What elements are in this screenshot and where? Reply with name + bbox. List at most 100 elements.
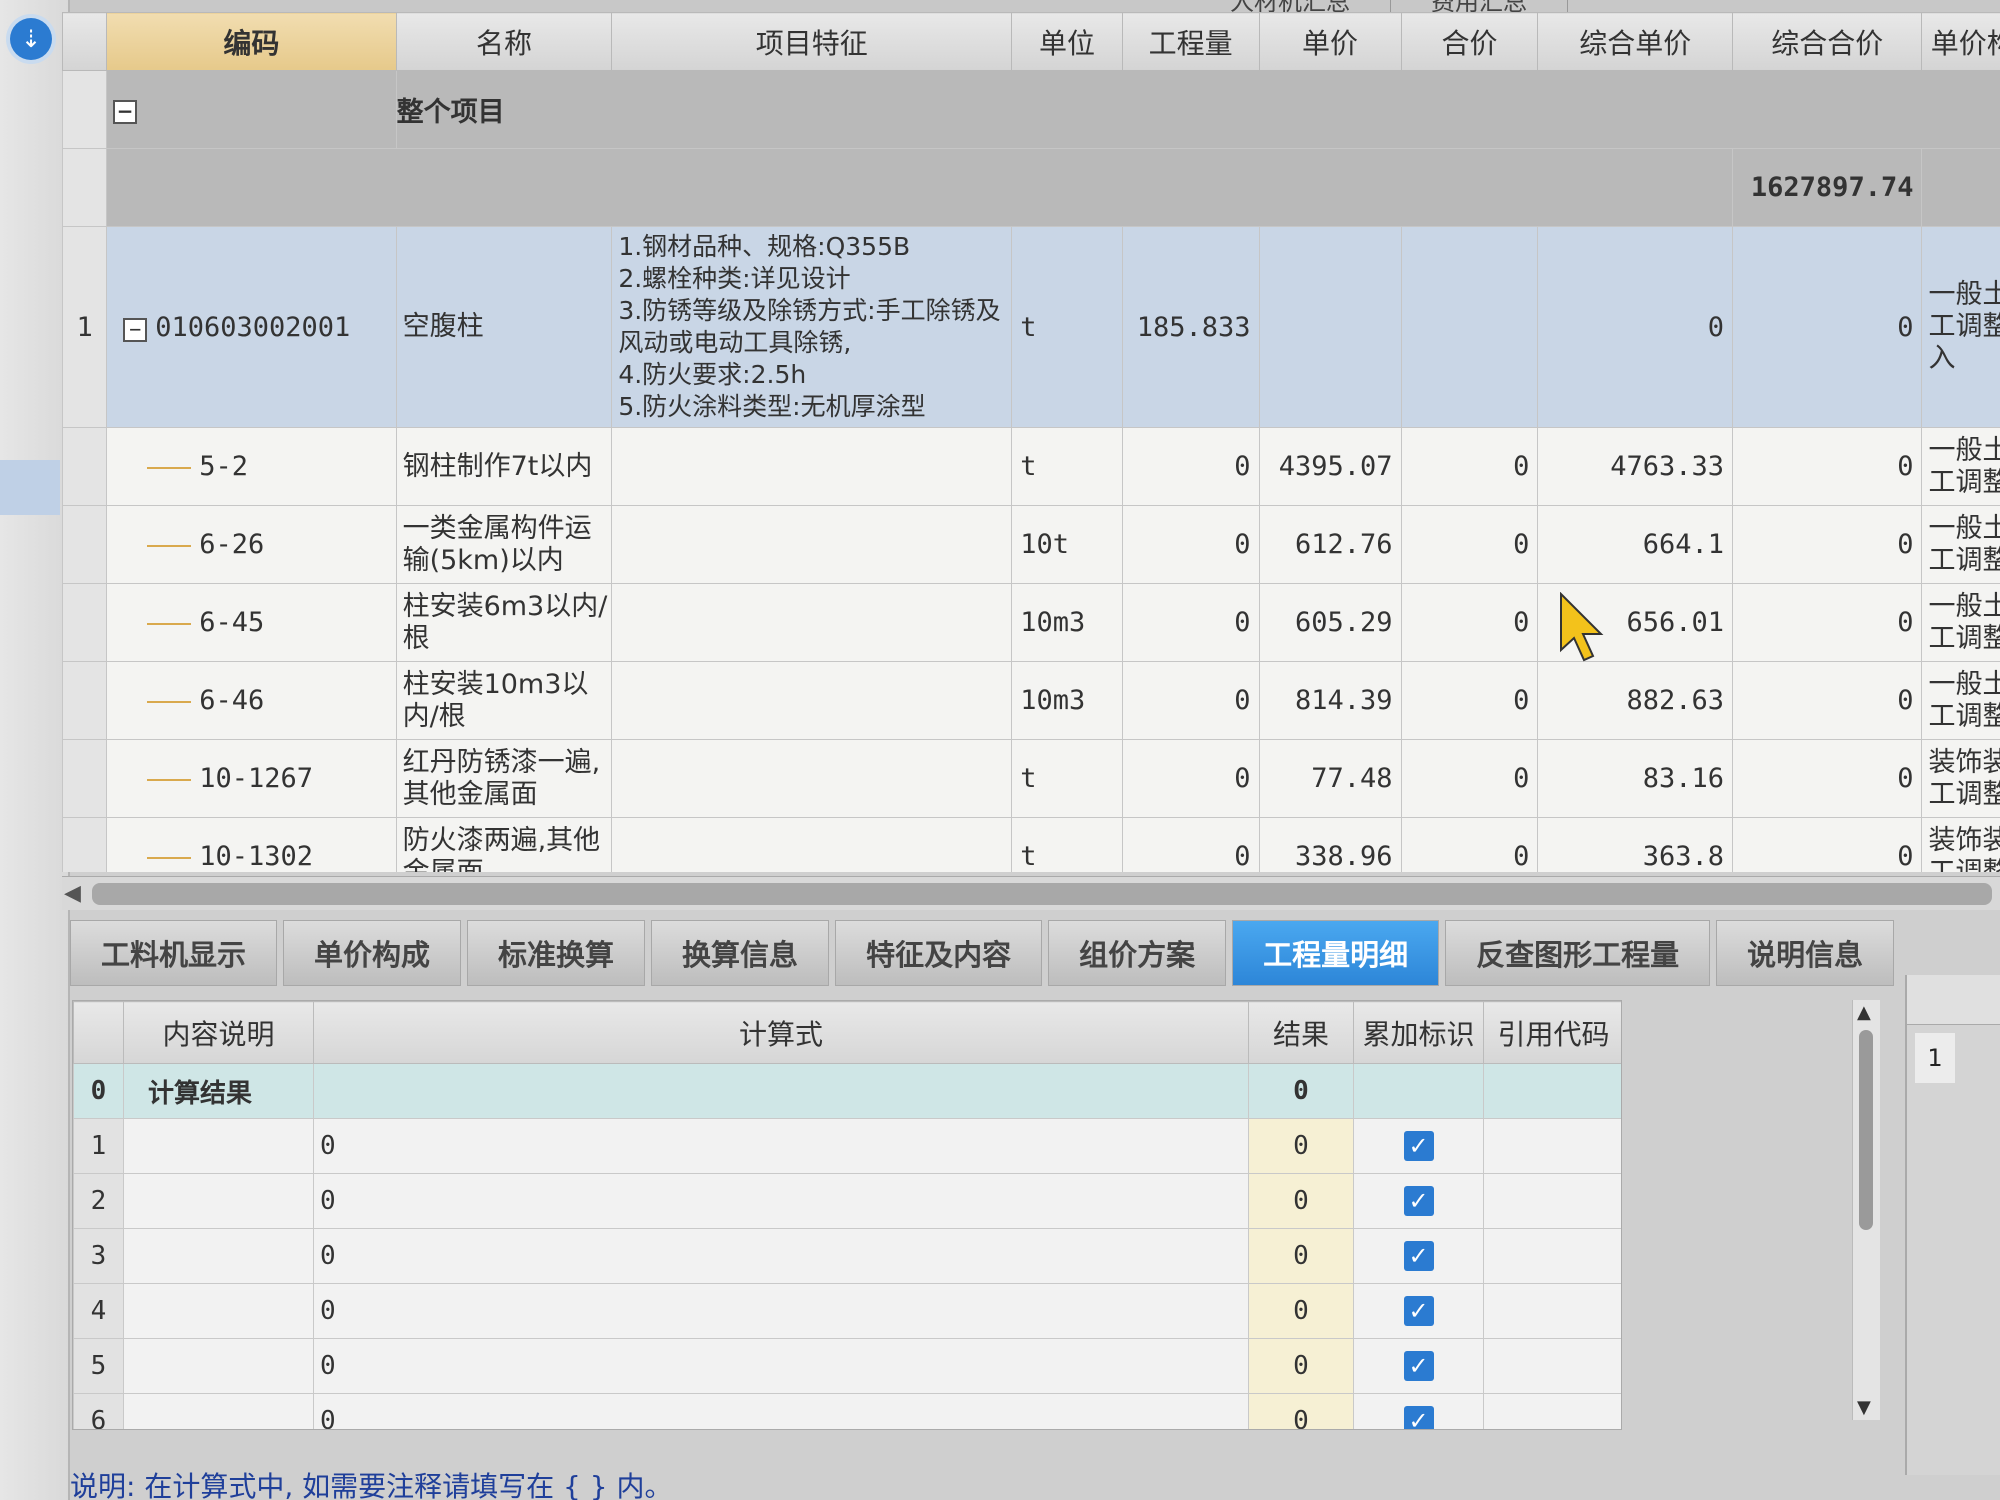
download-icon[interactable]: ⇣ xyxy=(10,18,52,60)
col-features[interactable]: 项目特征 xyxy=(611,12,1013,71)
panel-tab[interactable]: 工料机显示 xyxy=(70,920,278,986)
checkbox-checked-icon[interactable]: ✓ xyxy=(1403,1351,1434,1381)
detail-row[interactable]: 5 0 0 ✓ xyxy=(73,1338,1621,1394)
detail-vertical-scrollbar[interactable]: ▲ ▼ xyxy=(1852,1000,1880,1420)
sub-item-row[interactable]: 5-2钢柱制作7t以内t04395.0704763.330一般土建工调整计 xyxy=(62,427,2000,506)
sub-item-name[interactable]: 一类金属构件运输(5km)以内 xyxy=(395,505,613,584)
col-comp-total[interactable]: 综合合价 xyxy=(1732,12,1923,71)
col-expression[interactable]: 计算式 xyxy=(313,1001,1249,1064)
scroll-up-icon[interactable]: ▲ xyxy=(1857,1002,1871,1023)
sub-item-quantity[interactable]: 0 xyxy=(1121,583,1260,662)
sub-item-quantity[interactable]: 0 xyxy=(1121,739,1260,818)
sub-item-code[interactable]: 10-1302 xyxy=(106,817,397,872)
detail-ref-code[interactable] xyxy=(1483,1393,1621,1429)
sub-item-row[interactable]: 6-26一类金属构件运输(5km)以内10t0612.760664.10一般土建… xyxy=(62,505,2000,584)
collapse-icon[interactable]: − xyxy=(123,317,148,342)
detail-accumulate-flag[interactable]: ✓ xyxy=(1353,1393,1484,1429)
sub-item-composition[interactable]: 一般土建工调整计 xyxy=(1921,583,2000,662)
bill-item-row[interactable]: 1 −010603002001 空腹柱 1.钢材品种、规格:Q355B 2.螺栓… xyxy=(62,226,2000,428)
sub-item-code[interactable]: 6-26 xyxy=(106,505,397,584)
detail-ref-code[interactable] xyxy=(1483,1228,1621,1284)
detail-desc[interactable] xyxy=(123,1118,314,1174)
sub-item-features[interactable] xyxy=(611,817,1013,872)
sub-item-unit[interactable]: t xyxy=(1011,427,1123,506)
col-unit[interactable]: 单位 xyxy=(1011,12,1123,71)
detail-row[interactable]: 2 0 0 ✓ xyxy=(73,1173,1621,1229)
sub-item-unit[interactable]: 10m3 xyxy=(1011,583,1123,662)
sub-item-composition[interactable]: 一般土建工调整计 xyxy=(1921,505,2000,584)
sub-item-quantity[interactable]: 0 xyxy=(1121,427,1260,506)
sub-item-row[interactable]: 6-46柱安装10m3以内/根10m30814.390882.630一般土建工调… xyxy=(62,661,2000,740)
item-unit[interactable]: t xyxy=(1011,226,1123,428)
detail-accumulate-flag[interactable] xyxy=(1353,1063,1484,1119)
sub-item-unit[interactable]: 10m3 xyxy=(1011,661,1123,740)
detail-desc[interactable] xyxy=(123,1173,314,1229)
detail-expression[interactable]: 0 xyxy=(313,1393,1249,1429)
detail-desc[interactable]: 计算结果 xyxy=(123,1063,314,1119)
panel-tab[interactable]: 标准换算 xyxy=(467,920,646,986)
detail-accumulate-flag[interactable]: ✓ xyxy=(1353,1118,1484,1174)
detail-accumulate-flag[interactable]: ✓ xyxy=(1353,1283,1484,1339)
sub-item-quantity[interactable]: 0 xyxy=(1121,505,1260,584)
detail-expression[interactable] xyxy=(313,1063,1249,1119)
panel-tab[interactable]: 组价方案 xyxy=(1048,920,1227,986)
sub-item-name[interactable]: 红丹防锈漆一遍,其他金属面 xyxy=(395,739,613,818)
whole-project-row[interactable]: − 整个项目 xyxy=(62,70,2000,149)
horizontal-scrollbar[interactable]: ◀ xyxy=(62,876,2000,910)
checkbox-checked-icon[interactable]: ✓ xyxy=(1403,1406,1434,1429)
panel-tab[interactable]: 反查图形工程量 xyxy=(1445,920,1711,986)
detail-accumulate-flag[interactable]: ✓ xyxy=(1353,1338,1484,1394)
detail-ref-code[interactable] xyxy=(1483,1283,1621,1339)
detail-desc[interactable] xyxy=(123,1228,314,1284)
item-composition[interactable]: 一般土建工调整计入 xyxy=(1921,226,2000,428)
panel-tab[interactable]: 单价构成 xyxy=(283,920,462,986)
detail-row[interactable]: 6 0 0 ✓ xyxy=(73,1393,1621,1429)
sub-item-composition[interactable]: 一般土建工调整计 xyxy=(1921,427,2000,506)
sub-item-composition[interactable]: 装饰装修工调整计 xyxy=(1921,739,2000,818)
item-features[interactable]: 1.钢材品种、规格:Q355B 2.螺栓种类:详见设计 3.防锈等级及除锈方式:… xyxy=(611,226,1013,428)
panel-tab[interactable]: 工程量明细 xyxy=(1232,920,1440,986)
item-name[interactable]: 空腹柱 xyxy=(395,226,613,428)
checkbox-checked-icon[interactable]: ✓ xyxy=(1403,1131,1434,1161)
sub-item-composition[interactable]: 一般土建工调整计 xyxy=(1921,661,2000,740)
sub-item-row[interactable]: 10-1267红丹防锈漆一遍,其他金属面t077.48083.160装饰装修工调… xyxy=(62,739,2000,818)
detail-ref-code[interactable] xyxy=(1483,1063,1621,1119)
panel-tab[interactable]: 特征及内容 xyxy=(835,920,1043,986)
scroll-down-icon[interactable]: ▼ xyxy=(1857,1397,1871,1418)
col-ref-code[interactable]: 引用代码 xyxy=(1483,1001,1621,1064)
checkbox-checked-icon[interactable]: ✓ xyxy=(1403,1241,1434,1271)
sub-item-features[interactable] xyxy=(611,583,1013,662)
detail-accumulate-flag[interactable]: ✓ xyxy=(1353,1173,1484,1229)
item-quantity[interactable]: 185.833 xyxy=(1121,226,1260,428)
col-name[interactable]: 名称 xyxy=(395,12,613,71)
detail-accumulate-flag[interactable]: ✓ xyxy=(1353,1228,1484,1284)
sub-item-name[interactable]: 钢柱制作7t以内 xyxy=(395,427,613,506)
sub-item-quantity[interactable]: 0 xyxy=(1121,661,1260,740)
detail-expression[interactable]: 0 xyxy=(313,1118,1249,1174)
col-total-price[interactable]: 合价 xyxy=(1400,12,1539,71)
sub-item-quantity[interactable]: 0 xyxy=(1121,817,1260,872)
col-result[interactable]: 结果 xyxy=(1248,1001,1354,1064)
scroll-thumb[interactable] xyxy=(92,883,1992,905)
sub-item-name[interactable]: 防火漆两遍,其他金属面 xyxy=(395,817,613,872)
sub-item-unit[interactable]: t xyxy=(1011,817,1123,872)
col-quantity[interactable]: 工程量 xyxy=(1121,12,1260,71)
col-code[interactable]: 编码 xyxy=(106,12,397,71)
sub-item-code[interactable]: 6-45 xyxy=(106,583,397,662)
detail-row[interactable]: 1 0 0 ✓ xyxy=(73,1118,1621,1174)
detail-ref-code[interactable] xyxy=(1483,1338,1621,1394)
sub-item-code[interactable]: 10-1267 xyxy=(106,739,397,818)
sub-item-features[interactable] xyxy=(611,427,1013,506)
detail-ref-code[interactable] xyxy=(1483,1118,1621,1174)
detail-ref-code[interactable] xyxy=(1483,1173,1621,1229)
col-unit-price[interactable]: 单价 xyxy=(1258,12,1402,71)
detail-desc[interactable] xyxy=(123,1338,314,1394)
sub-item-row[interactable]: 10-1302防火漆两遍,其他金属面t0338.960363.80装饰装修工调整… xyxy=(62,817,2000,872)
sub-item-features[interactable] xyxy=(611,505,1013,584)
sub-item-code[interactable]: 5-2 xyxy=(106,427,397,506)
col-desc[interactable]: 内容说明 xyxy=(123,1001,314,1064)
detail-row[interactable]: 0 计算结果 0 xyxy=(73,1063,1621,1119)
col-accumulate-flag[interactable]: 累加标识 xyxy=(1353,1001,1484,1064)
detail-desc[interactable] xyxy=(123,1283,314,1339)
sub-item-unit[interactable]: 10t xyxy=(1011,505,1123,584)
